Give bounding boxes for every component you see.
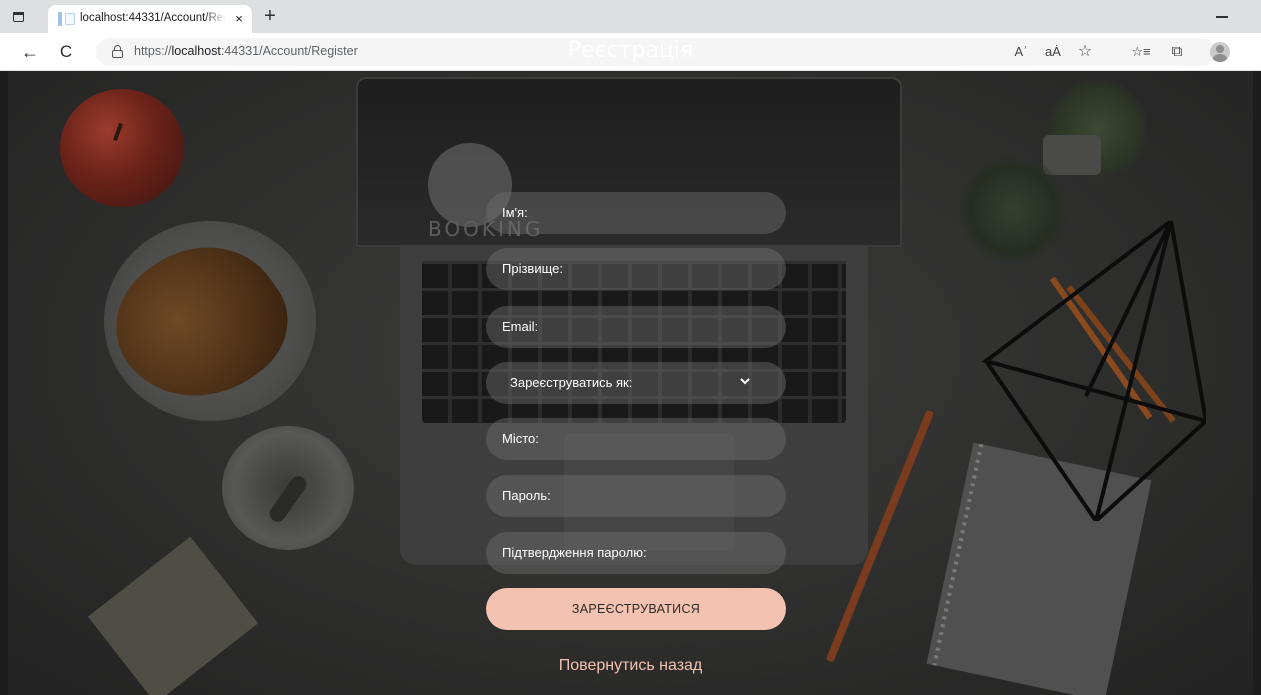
geometric-decor-image [981,221,1206,521]
first-name-input[interactable] [486,192,786,234]
last-name-field[interactable]: Прізвище: [486,248,786,290]
page-icon [65,13,75,25]
role-select-label: Зареєструватись як: [510,375,633,390]
confirm-password-field[interactable]: Підтвердження паролю: [486,532,786,574]
register-title: Реєстрація [567,38,694,63]
browser-tab-bar: localhost:44331/Account/Register × + [0,0,1261,33]
tab-actions-icon[interactable] [10,8,28,26]
password-input[interactable] [486,475,786,517]
password-field[interactable]: Пароль: [486,475,786,517]
new-tab-button[interactable]: + [258,5,282,29]
email-input[interactable] [486,306,786,348]
minimize-window-button[interactable] [1216,16,1228,18]
city-input[interactable] [486,418,786,460]
city-field[interactable]: Місто: [486,418,786,460]
apple-image [60,89,184,207]
back-link[interactable]: Повернутись назад [0,657,1261,675]
close-tab-icon[interactable]: × [231,10,247,28]
register-button-label: ЗАРЕЄСТРУВАТИСЯ [571,602,701,616]
confirm-password-input[interactable] [486,532,786,574]
role-select[interactable]: Зареєструватись як: [486,362,786,404]
browser-tab[interactable]: localhost:44331/Account/Register × [48,5,252,33]
tab-title: localhost:44331/Account/Register [80,12,226,24]
register-button[interactable]: ЗАРЕЄСТРУВАТИСЯ [486,588,786,630]
email-field[interactable]: Email: [486,306,786,348]
tab-favicon-icon [58,12,62,26]
first-name-field[interactable]: Ім'я: [486,192,786,234]
plant-pot-image [1043,135,1101,175]
last-name-input[interactable] [486,248,786,290]
chevron-down-icon[interactable] [738,374,752,388]
